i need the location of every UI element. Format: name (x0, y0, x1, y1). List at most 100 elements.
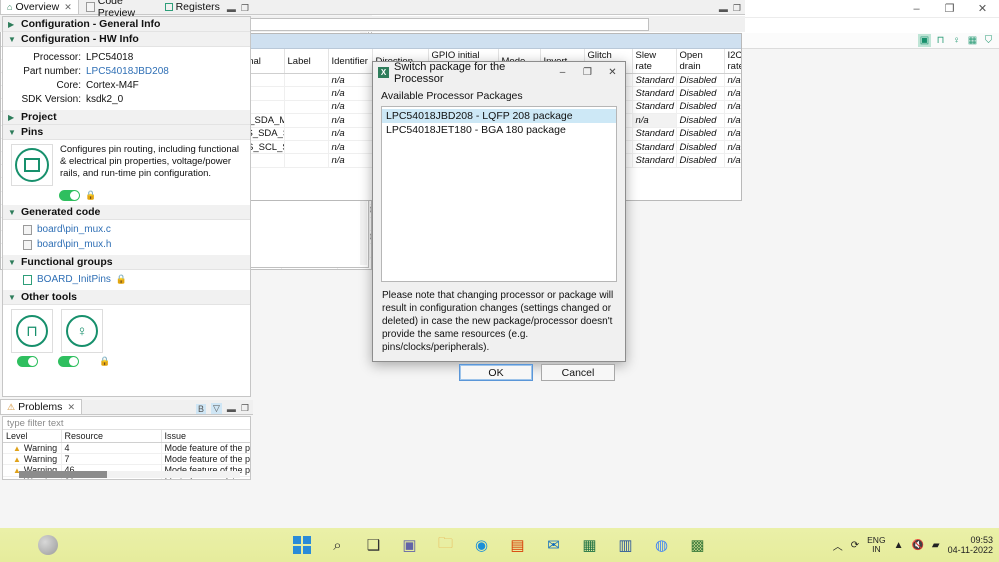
tab-overview[interactable]: ⌂ Overview ✕ (0, 0, 79, 14)
routing-identifier-cell[interactable]: n/a (328, 73, 373, 88)
routing-col-6[interactable]: Identifier (328, 49, 373, 74)
routing-identifier-cell[interactable]: n/a (328, 153, 373, 168)
show-hidden-icons-icon[interactable]: ︿ (833, 538, 843, 553)
routing-open-drain-cell[interactable]: Disabled (676, 86, 725, 101)
volume-mute-icon[interactable]: 🔇 (911, 540, 923, 551)
routing-col-12[interactable]: Slew rate (632, 49, 677, 74)
section-other-tools[interactable]: ▼ Other tools (3, 290, 250, 305)
routing-label-cell[interactable] (284, 73, 329, 88)
routing-slew-rate-cell[interactable]: Standard (632, 140, 677, 155)
peripherals-tool-card[interactable]: ♀ (61, 309, 103, 353)
routing-label-cell[interactable] (284, 153, 329, 168)
tab-problems[interactable]: ⚠ Problems ✕ (0, 399, 82, 414)
section-functional-groups[interactable]: ▼ Functional groups (3, 255, 250, 270)
problem-resource-cell[interactable]: 7 (61, 453, 162, 466)
routing-i2c-slew-rate-cell[interactable]: n/a (724, 153, 741, 168)
maximize-icon[interactable]: ❐ (733, 3, 741, 14)
clock[interactable]: 09:53 04-11-2022 (948, 535, 993, 556)
routing-slew-rate-cell[interactable]: Standard (632, 127, 677, 141)
filter-icon[interactable]: ▽ (211, 403, 222, 414)
functional-group-row[interactable]: BOARD_InitPins 🔒 (3, 272, 250, 287)
lock-icon[interactable]: 🔒 (85, 190, 96, 201)
routing-label-cell[interactable] (284, 140, 329, 155)
word-icon[interactable]: ▥ (615, 534, 637, 556)
routing-slew-rate-cell[interactable]: Standard (632, 73, 677, 88)
clocks-tool-icon[interactable]: ⊓ (934, 34, 947, 47)
maximize-icon[interactable]: ❐ (241, 403, 249, 414)
routing-col-13[interactable]: Open drain (676, 49, 725, 74)
file-row[interactable]: board\pin_mux.h (3, 237, 250, 252)
settings-icon[interactable]: ▩ (687, 534, 709, 556)
file-explorer-icon[interactable]: 🗀 (435, 534, 457, 556)
pins-enable-toggle[interactable] (59, 190, 80, 201)
functional-group-link[interactable]: BOARD_InitPins (37, 274, 111, 285)
routing-col-5[interactable]: Label (284, 49, 329, 74)
section-generated-code[interactable]: ▼ Generated code (3, 205, 250, 220)
scrollbar-thumb[interactable] (19, 471, 107, 478)
bold-filter-icon[interactable]: B (195, 403, 206, 414)
pins-tool-icon[interactable]: ▣ (918, 34, 931, 47)
routing-i2c-slew-rate-cell[interactable]: n/a (724, 140, 741, 155)
peripherals-tool-icon[interactable]: ♀ (950, 34, 963, 47)
problems-filter-input[interactable]: type filter text (3, 417, 250, 430)
problems-col-2[interactable]: Issue (161, 430, 250, 443)
search-icon[interactable]: ⌕ (327, 534, 349, 556)
routing-label-cell[interactable] (284, 86, 329, 101)
processor-package-list[interactable]: LPC54018JBD208 - LQFP 208 package LPC540… (381, 106, 617, 282)
maximize-icon[interactable]: ❐ (241, 3, 249, 14)
routing-slew-rate-cell[interactable]: n/a (632, 113, 677, 128)
routing-label-cell[interactable] (284, 113, 329, 128)
dialog-minimize-button[interactable]: – (550, 62, 575, 83)
routing-i2c-slew-rate-cell[interactable]: n/a (724, 100, 741, 115)
start-icon[interactable] (291, 534, 313, 556)
clocks-enable-toggle[interactable] (17, 356, 38, 367)
problems-col-1[interactable]: Resource (61, 430, 162, 443)
section-hw-info[interactable]: ▼ Configuration - HW Info (3, 32, 250, 47)
wifi-icon[interactable]: ▲ (894, 540, 904, 551)
routing-col-14[interactable]: I2C slew rate (724, 49, 741, 74)
problems-col-0[interactable]: Level (3, 430, 62, 443)
tab-registers[interactable]: Registers (158, 0, 227, 14)
section-pins[interactable]: ▼ Pins (3, 125, 250, 140)
problems-content[interactable]: type filter text Level Resource Issue ▲ War… (2, 416, 251, 480)
dialog-close-button[interactable]: ✕ (600, 62, 625, 83)
peripherals-enable-toggle[interactable] (58, 356, 79, 367)
close-icon[interactable]: ✕ (64, 2, 72, 13)
minimize-icon[interactable]: ▬ (227, 404, 236, 414)
routing-i2c-slew-rate-cell[interactable]: n/a (724, 86, 741, 101)
routing-identifier-cell[interactable]: n/a (328, 140, 373, 155)
ok-button[interactable]: OK (459, 364, 533, 381)
minimize-icon[interactable]: ▬ (719, 4, 728, 14)
weather-widget[interactable] (38, 535, 58, 555)
routing-i2c-slew-rate-cell[interactable]: n/a (724, 73, 741, 88)
routing-open-drain-cell[interactable]: Disabled (676, 73, 725, 88)
routing-open-drain-cell[interactable]: Disabled (676, 153, 725, 168)
routing-identifier-cell[interactable]: n/a (328, 113, 373, 128)
routing-identifier-cell[interactable]: n/a (328, 100, 373, 115)
task-view-icon[interactable]: ❑ (363, 534, 385, 556)
excel-icon[interactable]: ▦ (579, 534, 601, 556)
routing-slew-rate-cell[interactable]: Standard (632, 86, 677, 101)
shield-tool-icon[interactable]: ⛉ (982, 34, 995, 47)
clocks-tool-card[interactable]: ⊓ (11, 309, 53, 353)
lock-icon[interactable]: 🔒 (116, 274, 127, 285)
chrome-icon[interactable]: ◍ (651, 534, 673, 556)
file-link[interactable]: board\pin_mux.c (37, 224, 111, 235)
problem-resource-cell[interactable]: 4 (61, 442, 162, 454)
lock-icon[interactable]: 🔒 (99, 356, 110, 367)
dialog-maximize-button[interactable]: ❐ (575, 62, 600, 83)
routing-open-drain-cell[interactable]: Disabled (676, 100, 725, 115)
close-button[interactable]: ✕ (966, 0, 999, 18)
routing-identifier-cell[interactable]: n/a (328, 86, 373, 101)
package-option-lqfp208[interactable]: LPC54018JBD208 - LQFP 208 package (382, 109, 616, 123)
language-indicator[interactable]: ENG IN (867, 536, 885, 554)
routing-identifier-cell[interactable]: n/a (328, 127, 373, 141)
routing-label-cell[interactable] (284, 127, 329, 141)
maximize-button[interactable]: ❐ (933, 0, 966, 18)
cancel-button[interactable]: Cancel (541, 364, 615, 381)
tab-code-preview[interactable]: Code Preview (79, 0, 158, 19)
outlook-icon[interactable]: ✉ (543, 534, 565, 556)
routing-slew-rate-cell[interactable]: Standard (632, 100, 677, 115)
battery-icon[interactable]: ▰ (932, 540, 940, 551)
teams-icon[interactable]: ▣ (399, 534, 421, 556)
